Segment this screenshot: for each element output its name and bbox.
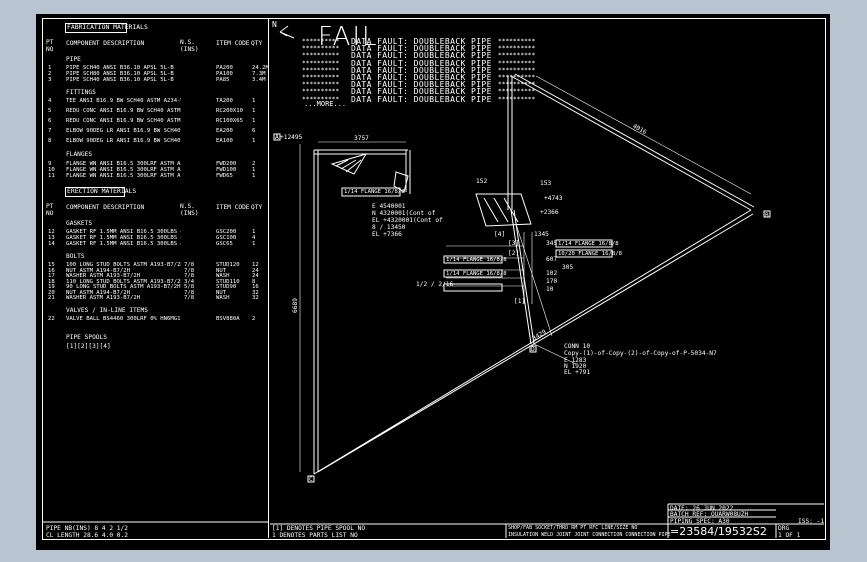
- footer-cells-row2: INSULATION WELD JOINT JOINT CONNECTION C…: [508, 532, 671, 538]
- conn10-el: EL +791: [564, 369, 591, 376]
- tag-label-4: 1/14 FLANGE 16/8/8: [446, 257, 507, 263]
- tag-label-5: 1/14 FLANGE 16/8/8: [446, 271, 507, 277]
- pipe-left-vertical: [313, 150, 319, 474]
- dim-152: 152: [476, 178, 488, 185]
- bolt-label-2: EL +7366: [372, 231, 402, 238]
- conn10-title: CONN 10: [564, 343, 591, 350]
- pipe-number: =23584/19532S2: [670, 525, 767, 538]
- cl-length-row: CL LENGTH 28.6 4.0 0.2: [46, 532, 128, 539]
- elevation-2366: +2366: [540, 209, 559, 216]
- drg-label: DRG: [778, 525, 790, 532]
- tag-label-1: 1/14 FLANGE 16/8/8: [344, 189, 405, 195]
- dim-6689: 6689: [291, 298, 299, 313]
- dim-607: 607: [546, 256, 558, 263]
- pipe-top-run: [314, 149, 408, 155]
- drawing-sheet: FABRICATION MATERIALS PT NO COMPONENT DE…: [36, 14, 830, 550]
- end-c-label: C: [309, 476, 313, 483]
- bracket-2: [2]: [508, 250, 520, 257]
- elevation-top-left: +12495: [280, 134, 303, 141]
- dim-345: 345: [546, 240, 558, 247]
- tag-label-2: 1/14 FLANGE 16/8/8: [558, 241, 619, 247]
- bracket-4: [4]: [494, 231, 506, 238]
- note-parts: 1 DENOTES PARTS LIST NO: [272, 532, 358, 539]
- conn-n: N 4320001(Cont of: [372, 210, 436, 217]
- hatch-area-1: [330, 153, 368, 175]
- conn10-name: Copy-(1)-of-Copy-(2)-of-Copy-of-P-5034-N…: [564, 350, 717, 357]
- pipe-upper-diagonal: [510, 73, 755, 211]
- bracket-3: [3]: [508, 240, 520, 247]
- elevation-4743: +4743: [544, 195, 563, 202]
- dim-1345: 1345: [534, 231, 549, 238]
- end-b-label: B: [765, 212, 769, 219]
- batch-ref: BATCH REF: OUARW08UZH: [670, 511, 749, 518]
- piping-spec: PIPING SPEC: A30: [670, 518, 730, 525]
- bracket-1: [1]: [514, 298, 526, 305]
- bolt-label-1: 8 / 13450: [372, 224, 406, 231]
- note-spool: [1] DENOTES PIPE SPOOL NO: [272, 525, 366, 532]
- hatch-area-2: [475, 193, 532, 227]
- dim-305: 305: [562, 264, 574, 271]
- pipe-nb-row: PIPE NB(INS) 8 4 2 1/2: [46, 525, 128, 532]
- dim-153: 153: [540, 180, 552, 187]
- drg-sheet: 1 OF 1: [778, 532, 801, 539]
- note-a: 1/2 / 2/16: [416, 281, 454, 288]
- dim-170: 170: [546, 278, 558, 285]
- issue-label: ISS: -1: [798, 518, 825, 525]
- dim-102: 102: [546, 270, 558, 277]
- north-arrow-icon: [279, 25, 295, 39]
- leader-verticals: [523, 232, 533, 304]
- branch-down: [510, 209, 535, 345]
- conn-el: EL +4320001(Cont of: [372, 217, 443, 224]
- footer-cells-row1: SHOP/FAB SOCKET/THRD RM PT RFC LINE/SIZE…: [508, 525, 638, 531]
- pipe-riser: [507, 76, 513, 210]
- dim-3757: 3757: [354, 135, 369, 142]
- end-d-label: D: [531, 346, 535, 353]
- conn-e: E 4540001: [372, 203, 406, 210]
- pipe-drop: [405, 150, 411, 194]
- dim-10: 10: [546, 286, 554, 293]
- tag-label-3: 10/20 FLANGE 16/8/8: [558, 251, 622, 257]
- end-a-label: A: [275, 134, 279, 141]
